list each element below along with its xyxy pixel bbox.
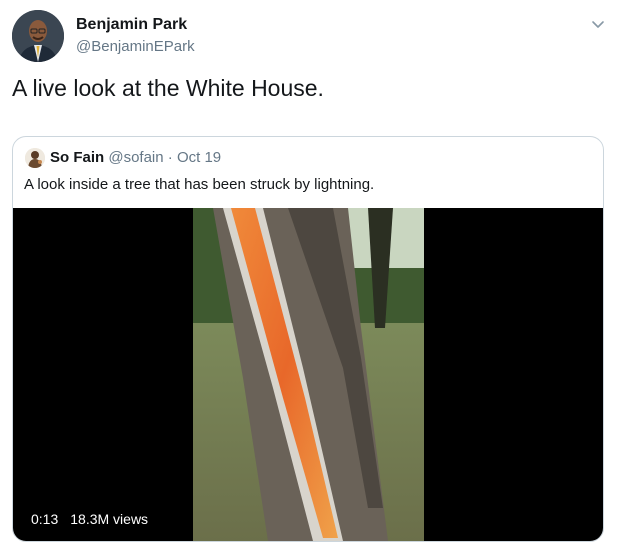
tweet-text: A live look at the White House. (12, 75, 324, 101)
quoted-date[interactable]: Oct 19 (177, 149, 221, 166)
video-frame (193, 208, 424, 541)
avatar-photo (12, 10, 64, 62)
video-stats-badge: 0:13 18.3M views (23, 507, 157, 531)
author-avatar[interactable] (12, 10, 64, 62)
video-views: 18.3M views (70, 511, 149, 527)
quoted-avatar-photo (25, 148, 45, 168)
quoted-author-avatar[interactable] (25, 148, 45, 168)
quoted-author-name[interactable]: So Fain (50, 149, 104, 166)
quoted-text: A look inside a tree that has been struc… (24, 176, 375, 193)
chevron-down-icon[interactable] (590, 16, 606, 32)
author-handle[interactable]: @BenjaminEPark (76, 38, 195, 55)
separator-dot: · (167, 149, 173, 166)
author-name[interactable]: Benjamin Park (76, 16, 187, 34)
quoted-author-handle[interactable]: @sofain (108, 149, 163, 166)
video-duration: 0:13 (31, 511, 59, 527)
quoted-header: So Fain @sofain · Oct 19 (50, 149, 221, 166)
quoted-tweet[interactable]: So Fain @sofain · Oct 19 A look inside a… (12, 136, 604, 542)
tweet-card: Benjamin Park @BenjaminEPark A live look… (0, 0, 620, 554)
video-player[interactable]: 0:13 18.3M views (13, 208, 603, 541)
